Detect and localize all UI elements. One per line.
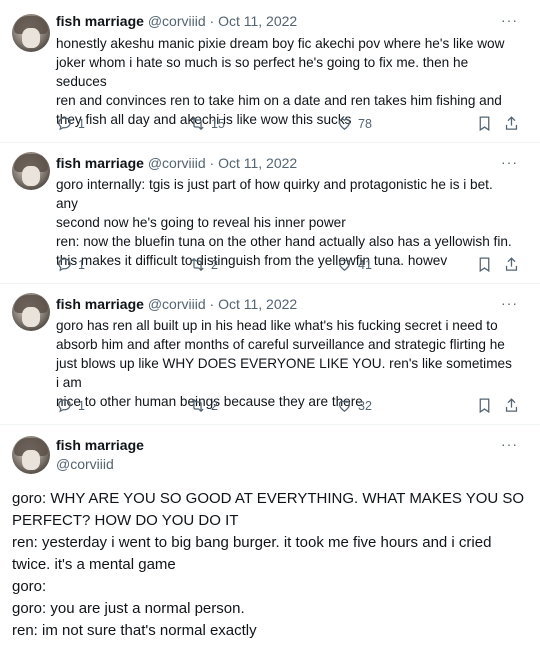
tweet-text: goro: WHY ARE YOU SO GOOD AT EVERYTHING.… (12, 488, 532, 642)
retweet-button[interactable]: 2 (189, 397, 218, 414)
like-icon (338, 400, 351, 412)
reply-count: 1 (78, 116, 85, 131)
user-handle[interactable]: @corviiid (148, 13, 206, 29)
avatar[interactable] (12, 14, 50, 52)
separator-dot: · (209, 296, 215, 312)
tweet-actions: 1 2 32 (56, 397, 526, 417)
tweet-date[interactable]: Oct 11, 2022 (218, 155, 297, 171)
display-name[interactable]: fish marriage (56, 296, 144, 312)
user-handle[interactable]: @corviiid (56, 455, 114, 473)
user-handle[interactable]: @corviiid (148, 296, 206, 312)
more-icon[interactable]: ··· (501, 12, 518, 28)
more-icon[interactable]: ··· (501, 154, 518, 170)
tweet-text-line: goro: WHY ARE YOU SO GOOD AT EVERYTHING.… (12, 490, 525, 507)
tweet-date[interactable]: Oct 11, 2022 (218, 13, 297, 29)
tweet-text-line: goro: you are just a normal person. (12, 600, 245, 617)
tweet-actions: 1 2 41 (56, 256, 526, 276)
tweet-text-line: goro has ren all built up in his head li… (56, 318, 498, 333)
reply-count: 1 (78, 398, 85, 413)
like-button[interactable]: 78 (336, 115, 372, 132)
tweet-text-line: joker whom i hate so much is so perfect … (56, 55, 472, 89)
tweet-header: fish marriage @corviiid · Oct 11, 2022 (56, 154, 297, 172)
retweet-icon (191, 116, 204, 131)
share-icon (505, 398, 518, 412)
divider (0, 142, 540, 143)
reply-button[interactable]: 1 (56, 256, 85, 273)
tweet-text-line: second now he's going to reveal his inne… (56, 215, 346, 230)
avatar[interactable] (12, 293, 50, 331)
share-icon (505, 116, 518, 130)
reply-icon (58, 399, 71, 413)
tweet-header: fish marriage @corviiid · Oct 11, 2022 (56, 12, 297, 30)
retweet-button[interactable]: 2 (189, 256, 218, 273)
reply-count: 1 (78, 257, 85, 272)
retweet-count: 2 (211, 257, 218, 272)
tweet-text-line: twice. it's a mental game (12, 556, 176, 573)
tweet-text-line: ren: im not sure that's normal exactly (12, 622, 257, 639)
tweet-actions: 1 15 78 (56, 115, 526, 135)
tweet-date[interactable]: Oct 11, 2022 (218, 296, 297, 312)
separator-dot: · (209, 13, 215, 29)
display-name[interactable]: fish marriage (56, 436, 144, 454)
like-count: 78 (358, 116, 372, 131)
separator-dot: · (209, 155, 215, 171)
tweet-header: fish marriage @corviiid · Oct 11, 2022 (56, 295, 297, 313)
share-icon (505, 257, 518, 271)
display-name[interactable]: fish marriage (56, 13, 144, 29)
bookmark-icon (479, 116, 490, 132)
bookmark-icon (479, 398, 490, 414)
share-button[interactable] (503, 397, 520, 414)
tweet-text-line: goro: (12, 578, 47, 595)
share-button[interactable] (503, 115, 520, 132)
like-button[interactable]: 32 (336, 397, 372, 414)
tweet-text-line: honestly akeshu manic pixie dream boy fi… (56, 36, 505, 51)
retweet-icon (191, 398, 204, 413)
tweet-text-line: PERFECT? HOW DO YOU DO IT (12, 512, 239, 529)
avatar[interactable] (12, 152, 50, 190)
like-icon (338, 118, 351, 130)
like-icon (338, 259, 351, 271)
divider (0, 424, 540, 425)
avatar[interactable] (12, 436, 50, 474)
retweet-button[interactable]: 15 (189, 115, 225, 132)
retweet-count: 2 (211, 398, 218, 413)
more-icon[interactable]: ··· (501, 295, 518, 311)
tweet-text-line: goro internally: tgis is just part of ho… (56, 177, 497, 211)
like-button[interactable]: 41 (336, 256, 372, 273)
bookmark-icon (479, 257, 490, 273)
like-count: 32 (358, 398, 372, 413)
tweet-text-line: ren and convinces ren to take him on a d… (56, 93, 502, 108)
tweet-text-line: ren: now the bluefin tuna on the other h… (56, 234, 512, 249)
more-icon[interactable]: ··· (501, 436, 518, 452)
like-count: 41 (358, 257, 372, 272)
reply-icon (58, 117, 71, 131)
tweet-text-line: ren: yesterday i went to big bang burger… (12, 534, 492, 551)
share-button[interactable] (503, 256, 520, 273)
reply-button[interactable]: 1 (56, 115, 85, 132)
retweet-count: 15 (211, 116, 225, 131)
reply-icon (58, 258, 71, 272)
reply-button[interactable]: 1 (56, 397, 85, 414)
bookmark-button[interactable] (476, 256, 493, 273)
tweet-text-line: absorb him and after months of careful s… (56, 337, 505, 352)
retweet-icon (191, 257, 204, 272)
display-name[interactable]: fish marriage (56, 155, 144, 171)
tweet-text-line: just blows up like WHY DOES EVERYONE LIK… (56, 356, 516, 390)
divider (0, 283, 540, 284)
bookmark-button[interactable] (476, 115, 493, 132)
user-handle[interactable]: @corviiid (148, 155, 206, 171)
bookmark-button[interactable] (476, 397, 493, 414)
